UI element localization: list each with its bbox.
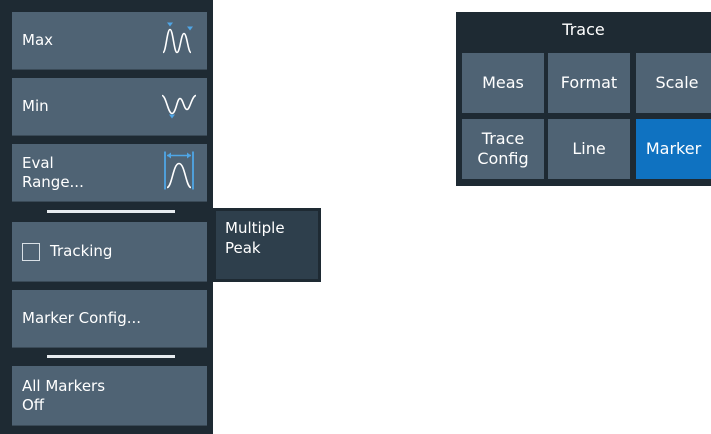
marker-config-label: Marker Config... [22, 309, 142, 327]
format-tile[interactable]: Format [548, 53, 630, 113]
min-label: Min [22, 97, 49, 115]
separator [47, 355, 175, 358]
max-label: Max [22, 31, 54, 49]
marker-config-button[interactable]: Marker Config... [12, 290, 207, 348]
marker-tile[interactable]: Marker [636, 119, 711, 179]
line-tile[interactable]: Line [548, 119, 630, 179]
min-button[interactable]: Min [12, 78, 207, 136]
multiple-peak-option[interactable]: Multiple Peak [216, 211, 318, 279]
eval-range-button[interactable]: Eval Range... [12, 144, 207, 202]
eval-range-label: Eval Range... [22, 153, 84, 191]
meas-tile[interactable]: Meas [462, 53, 544, 113]
max-button[interactable]: Max [12, 12, 207, 70]
marker-softkey-panel: Max Min Eval Range... Tracking Marker Co… [0, 0, 213, 434]
separator [47, 210, 175, 213]
tracking-toggle[interactable]: Tracking [12, 222, 207, 282]
trace-panel-title: Trace [562, 20, 605, 39]
scale-tile[interactable]: Scale [636, 53, 711, 113]
trace-panel: Trace Meas Format Scale Trace Config Lin… [456, 12, 711, 186]
valley-min-icon [159, 89, 199, 124]
all-markers-off-label: All Markers Off [22, 376, 106, 414]
peak-max-icon [159, 21, 199, 60]
tracking-label: Tracking [50, 242, 113, 260]
tracking-checkbox[interactable] [22, 242, 40, 261]
max-submenu: Multiple Peak [213, 208, 321, 282]
eval-range-icon [159, 149, 199, 196]
all-markers-off-button[interactable]: All Markers Off [12, 366, 207, 426]
trace-config-tile[interactable]: Trace Config [462, 119, 544, 179]
